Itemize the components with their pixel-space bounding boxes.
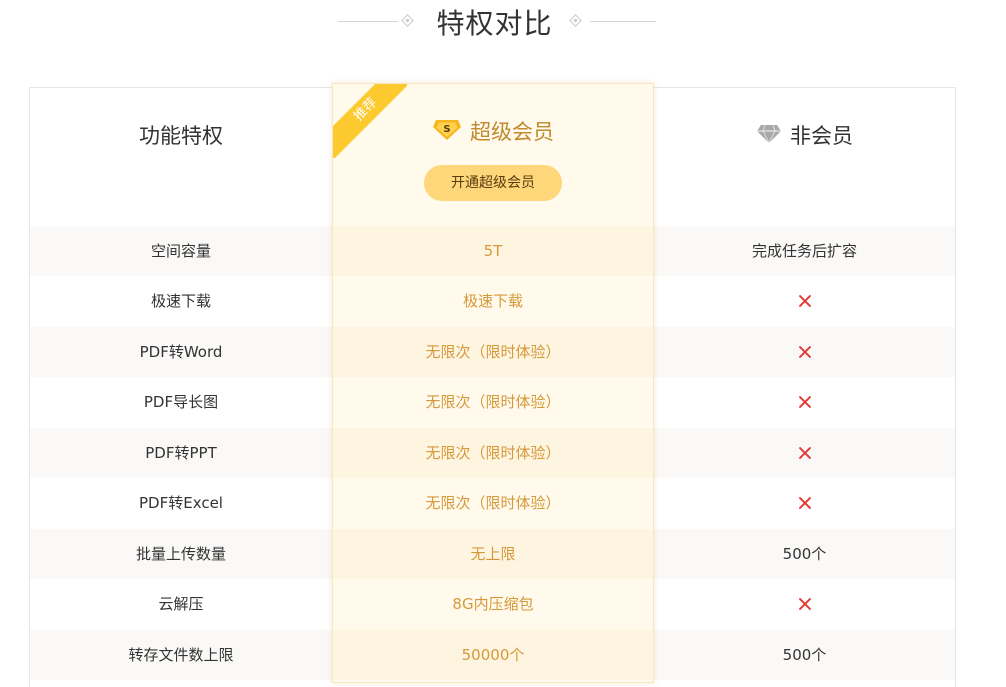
super-member-value: 8G内压缩包 bbox=[452, 595, 534, 613]
open-super-member-button[interactable]: 开通超级会员 bbox=[424, 165, 562, 201]
table-row: PDF导长图 无限次（限时体验） bbox=[30, 377, 955, 427]
super-member-header: S 超级会员 bbox=[333, 116, 653, 147]
table-row: 空间容量 5T 完成任务后扩容 bbox=[30, 226, 955, 276]
feature-name: PDF转Excel bbox=[139, 494, 223, 512]
feature-name: 极速下载 bbox=[150, 292, 211, 310]
red-cross-icon bbox=[799, 295, 811, 307]
super-member-value: 50000个 bbox=[461, 646, 525, 664]
non-member-value: 500个 bbox=[782, 545, 827, 563]
non-member-title: 非会员 bbox=[790, 124, 853, 148]
feature-name: 云解压 bbox=[158, 595, 204, 613]
super-member-title: 超级会员 bbox=[470, 120, 554, 144]
section-header: 特权对比 bbox=[0, 0, 1006, 46]
feature-name: 转存文件数上限 bbox=[128, 646, 234, 664]
table-row: PDF转Excel 无限次（限时体验） bbox=[30, 478, 955, 528]
red-cross-icon bbox=[799, 447, 811, 459]
feature-name: 空间容量 bbox=[150, 242, 211, 260]
super-member-value: 无限次（限时体验） bbox=[425, 343, 561, 361]
super-member-value: 无上限 bbox=[470, 545, 516, 563]
svg-text:S: S bbox=[443, 124, 450, 135]
feature-name: PDF转Word bbox=[139, 343, 223, 361]
red-cross-icon bbox=[799, 396, 811, 408]
title-divider-left bbox=[338, 21, 398, 22]
diamond-ornament-icon bbox=[401, 14, 414, 27]
table-row: PDF转PPT 无限次（限时体验） bbox=[30, 428, 955, 478]
feature-name: 批量上传数量 bbox=[135, 545, 226, 563]
super-member-value: 极速下载 bbox=[462, 292, 523, 310]
non-member-header: 非会员 bbox=[654, 120, 955, 150]
table-row: PDF转Word 无限次（限时体验） bbox=[30, 327, 955, 377]
diamond-ornament-icon bbox=[569, 14, 582, 27]
feature-name: PDF转PPT bbox=[145, 444, 217, 462]
red-cross-icon bbox=[799, 598, 811, 610]
section-title: 特权对比 bbox=[436, 7, 553, 40]
feature-column-header: 功能特权 bbox=[139, 124, 223, 148]
super-member-value: 无限次（限时体验） bbox=[425, 444, 561, 462]
non-member-value: 完成任务后扩容 bbox=[751, 242, 857, 260]
super-member-value: 无限次（限时体验） bbox=[425, 393, 561, 411]
table-row: 云解压 8G内压缩包 bbox=[30, 579, 955, 629]
non-member-value: 500个 bbox=[782, 646, 827, 664]
non-member-value bbox=[654, 327, 955, 377]
diamond-gray-icon bbox=[756, 124, 782, 149]
non-member-value bbox=[654, 377, 955, 427]
non-member-value bbox=[654, 478, 955, 528]
table-row: 极速下载 极速下载 bbox=[30, 276, 955, 326]
super-member-value: 无限次（限时体验） bbox=[425, 494, 561, 512]
super-member-value: 5T bbox=[483, 242, 503, 260]
super-member-s-badge-icon: S bbox=[432, 118, 462, 147]
red-cross-icon bbox=[799, 346, 811, 358]
table-row: 转存文件数上限 50000个 500个 bbox=[30, 630, 955, 680]
non-member-value bbox=[654, 276, 955, 326]
table-row: 批量上传数量 无上限 500个 bbox=[30, 529, 955, 579]
feature-name: PDF导长图 bbox=[143, 393, 219, 411]
non-member-value bbox=[654, 428, 955, 478]
non-member-value bbox=[654, 579, 955, 629]
red-cross-icon bbox=[799, 497, 811, 509]
title-divider-right bbox=[590, 21, 656, 22]
